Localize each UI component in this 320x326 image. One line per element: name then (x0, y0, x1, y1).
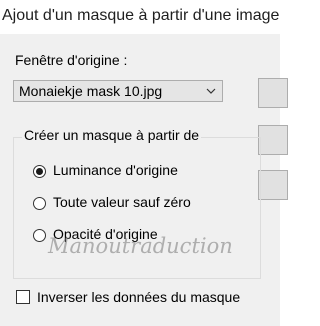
source-window-label: Fenêtre d'origine : (15, 52, 128, 68)
radio-opacity[interactable] (33, 229, 46, 242)
radio-selected-dot (36, 168, 43, 175)
source-window-dropdown[interactable]: Monaiekje mask 10.jpg (13, 80, 223, 102)
radio-opacity-label[interactable]: Opacité d'origine (53, 226, 158, 242)
cancel-button[interactable] (258, 125, 288, 155)
window-title: Ajout d'un masque à partir d'une image (2, 7, 280, 24)
title-bar: Ajout d'un masque à partir d'une image (0, 0, 280, 34)
mask-source-legend: Créer un masque à partir de (22, 127, 202, 143)
chevron-down-icon (206, 88, 216, 94)
radio-luminance[interactable] (33, 165, 46, 178)
radio-luminance-label[interactable]: Luminance d'origine (53, 162, 178, 178)
invert-mask-checkbox[interactable] (16, 290, 30, 304)
radio-any-nonzero[interactable] (33, 197, 46, 210)
invert-mask-label[interactable]: Inverser les données du masque (37, 289, 240, 305)
ok-button[interactable] (258, 78, 288, 108)
radio-any-nonzero-label[interactable]: Toute valeur sauf zéro (53, 194, 191, 210)
help-button[interactable] (258, 170, 288, 200)
source-window-value: Monaiekje mask 10.jpg (19, 83, 163, 99)
